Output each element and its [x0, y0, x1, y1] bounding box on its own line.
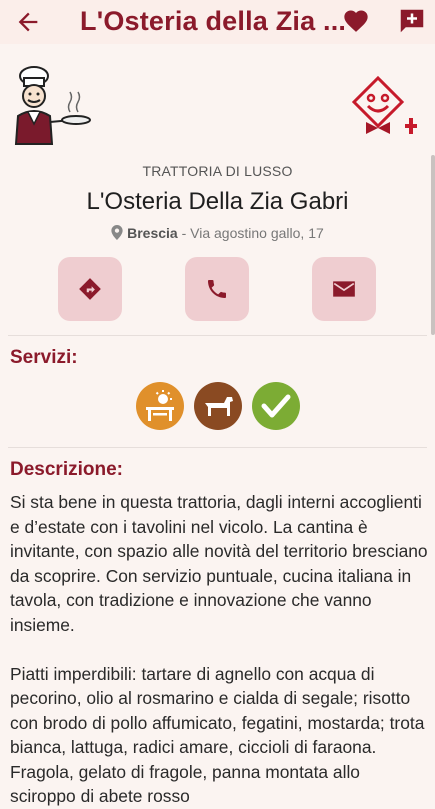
divider [8, 335, 427, 336]
chef-logo [14, 66, 91, 145]
map-pin-icon [111, 225, 123, 240]
services-title: Servizi: [10, 347, 78, 368]
description-paragraph: Piatti imperdibili: tartare di agnello c… [10, 663, 425, 807]
divider [8, 447, 427, 448]
message-plus-icon[interactable] [397, 6, 427, 36]
street: - Via agostino gallo, 17 [177, 225, 324, 241]
call-button[interactable] [185, 257, 249, 321]
directions-icon [79, 278, 101, 300]
scrollbar[interactable] [431, 155, 435, 335]
description-title: Descrizione: [10, 459, 123, 480]
description-paragraph: Si sta bene in questa trattoria, dagli i… [10, 492, 428, 635]
email-button[interactable] [312, 257, 376, 321]
restaurant-address[interactable]: Brescia - Via agostino gallo, 17 [0, 225, 435, 241]
restaurant-category: TRATTORIA DI LUSSO [142, 163, 293, 179]
arrow-left-icon[interactable] [14, 8, 42, 36]
phone-icon [208, 280, 226, 298]
page-title: L'Osteria della Zia ... [80, 6, 347, 36]
dog-icon [194, 382, 242, 430]
vegetarian-check-icon [252, 382, 300, 430]
services-list [136, 382, 300, 430]
restaurant-name: L'Osteria Della Zia Gabri [86, 188, 349, 215]
envelope-icon [333, 281, 355, 297]
heart-icon[interactable] [342, 7, 370, 35]
description-text: Si sta bene in questa trattoria, dagli i… [10, 490, 428, 809]
city: Brescia [127, 225, 178, 241]
directions-button[interactable] [58, 257, 122, 321]
add-to-list-logo[interactable] [348, 76, 418, 140]
outdoor-terrace-icon [136, 382, 184, 430]
app-bar: L'Osteria della Zia ... [0, 0, 435, 44]
